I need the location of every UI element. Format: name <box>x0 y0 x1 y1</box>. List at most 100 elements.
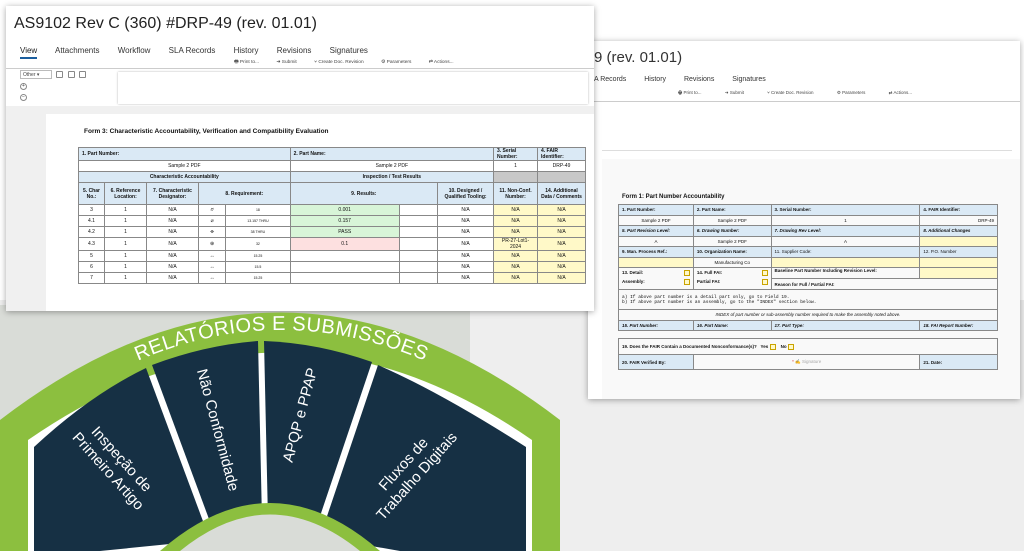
submit-button[interactable]: ➜ Submit <box>276 60 296 65</box>
comment-cell[interactable]: N/A <box>537 261 586 273</box>
back-label-org-name: 10. Organization Name: <box>692 246 772 258</box>
table-row: 6 1 N/A ↔ 15.5 N/A N/A N/A <box>78 261 586 273</box>
nonconf-cell[interactable]: N/A <box>493 226 538 238</box>
nonconf-cell[interactable]: N/A <box>493 204 538 216</box>
label-fair-identifier: 4. FAIR Identifier: <box>537 147 586 161</box>
designator-cell: N/A <box>146 204 199 216</box>
tooling-cell[interactable]: N/A <box>437 204 494 216</box>
result-cell[interactable]: 0.1 <box>289 237 400 251</box>
back-label-index-part-name: 16. Part Name: <box>692 319 772 331</box>
tooling-cell[interactable]: N/A <box>437 237 494 251</box>
back-label-additional-changes: 8. Additional Changes <box>919 225 998 237</box>
zoom-out-icon[interactable]: − <box>20 94 27 101</box>
designator-cell: N/A <box>146 237 199 251</box>
result-cell[interactable]: PASS <box>289 226 400 238</box>
arrow-right-icon: ➜ <box>276 60 281 65</box>
back-full-fai-checkbox[interactable] <box>761 270 768 276</box>
result-extra-cell <box>398 237 439 251</box>
tooling-cell[interactable]: N/A <box>437 261 494 273</box>
print-button[interactable]: 🖶 Print to... <box>234 60 259 65</box>
value-part-name[interactable]: Sample 2 PDF <box>289 160 495 172</box>
back-label-revision: 5. Part Revision Level: <box>618 225 694 237</box>
comment-cell[interactable]: N/A <box>537 204 586 216</box>
result-cell[interactable]: 0.157 <box>289 215 400 227</box>
col-requirement: 8. Requirement: <box>198 182 291 205</box>
actions-button[interactable]: ⇄ Actions... <box>429 60 454 65</box>
front-form-title: Form 3: Characteristic Accountability, V… <box>84 128 329 135</box>
value-fair-identifier[interactable]: DRP-49 <box>537 160 586 172</box>
back-value-part-name[interactable]: Sample 2 PDF <box>692 214 772 226</box>
back-signature-field[interactable]: * ✍ Signature <box>692 354 921 370</box>
result-extra-cell <box>398 204 439 216</box>
tab-workflow[interactable]: Workflow <box>118 46 151 55</box>
tab-history[interactable]: History <box>234 46 259 55</box>
result-cell[interactable]: 0.001 <box>289 204 400 216</box>
back-value-drawing-rev[interactable]: A <box>770 235 921 247</box>
tab-view[interactable]: View <box>20 46 38 59</box>
back-value-additional-changes[interactable] <box>919 235 998 247</box>
back-fai-cell: 14. Full FAI: Partial FAI: <box>692 267 772 290</box>
back-yes-checkbox[interactable] <box>769 343 776 350</box>
tooling-cell[interactable]: N/A <box>437 226 494 238</box>
result-cell[interactable] <box>289 250 400 262</box>
back-label-index-part-type: 17. Part Type: <box>770 319 921 331</box>
tab-attachments[interactable]: Attachments <box>55 46 99 55</box>
back-detail-checkbox[interactable] <box>683 270 690 276</box>
gdt-symbol: ⌀ <box>197 215 227 227</box>
nonconf-cell[interactable]: N/A <box>493 250 538 262</box>
back-value-revision[interactable]: A <box>618 235 694 247</box>
back-no-checkbox[interactable] <box>787 343 794 350</box>
requirement-cell: 38 THRU <box>225 226 291 238</box>
filter-select[interactable]: Other ▾ <box>20 70 52 79</box>
create-revision-button[interactable]: ⑂ Create Doc. Revision <box>314 60 364 65</box>
zoom-in-icon[interactable]: + <box>20 83 27 90</box>
back-value-fair[interactable]: DRP-49 <box>919 214 998 226</box>
back-label-supplier-code: 11. Supplier Code: <box>770 246 921 258</box>
char-no-cell: 3 <box>78 204 105 216</box>
col-designed-tooling: 10. Designed / Qualified Tooling: <box>437 182 494 205</box>
back-value-org-name[interactable]: Manufacturing Co <box>692 256 772 268</box>
comment-cell[interactable]: N/A <box>537 237 586 251</box>
back-value-process-ref[interactable] <box>618 256 694 268</box>
back-form-table: 1. Part Number: 2. Part Name: 3. Serial … <box>618 204 999 370</box>
value-part-number[interactable]: Sample 2 PDF <box>78 160 291 172</box>
table-row: 3 1 N/A ⌭ 18 0.001 N/A N/A N/A <box>78 204 586 216</box>
tooling-cell[interactable]: N/A <box>437 250 494 262</box>
section-characteristic-accountability: Characteristic Accountability <box>78 171 291 183</box>
back-partial-fai-checkbox[interactable] <box>761 279 768 285</box>
tab-signatures[interactable]: Signatures <box>330 46 368 55</box>
requirement-cell: 13.157 THRU <box>225 215 291 227</box>
tab-sla-records[interactable]: SLA Records <box>169 46 216 55</box>
back-label-index-part-number: 15. Part Number: <box>618 319 694 331</box>
tab-revisions[interactable]: Revisions <box>277 46 312 55</box>
nonconf-cell[interactable]: N/A <box>493 261 538 273</box>
back-assembly-checkbox[interactable] <box>683 279 690 285</box>
nonconf-cell[interactable]: N/A <box>493 215 538 227</box>
back-value-drawing-number[interactable]: Sample 2 PDF <box>692 235 772 247</box>
value-serial-number[interactable]: 1 <box>493 160 538 172</box>
parameters-button[interactable]: ⚙ Parameters <box>381 60 411 65</box>
nonconf-cell[interactable]: PR-27-Lot1-2024 <box>493 237 538 251</box>
back-value-part-number[interactable]: Sample 2 PDF <box>618 214 694 226</box>
back-label-serial: 3. Serial Number: <box>770 204 921 216</box>
back-value-supplier-code[interactable] <box>770 256 921 268</box>
reference-cell: 1 <box>104 250 147 262</box>
comment-cell[interactable]: N/A <box>537 215 586 227</box>
col-nonconf-number: 11. Non-Conf. Number: <box>493 182 538 205</box>
expand-icon[interactable] <box>56 71 64 79</box>
comment-cell[interactable]: N/A <box>537 226 586 238</box>
result-extra-cell <box>398 261 439 273</box>
front-window: AS9102 Rev C (360) #DRP-49 (rev. 01.01) … <box>6 6 594 311</box>
back-value-baseline[interactable] <box>919 267 998 279</box>
result-cell[interactable] <box>289 261 400 273</box>
requirement-cell: 15.5 <box>225 261 291 273</box>
back-value-serial[interactable]: 1 <box>770 214 921 226</box>
requirement-cell: 32 <box>225 237 291 251</box>
collapse-icon[interactable] <box>67 71 75 79</box>
comment-cell[interactable]: N/A <box>537 250 586 262</box>
settings-icon[interactable] <box>79 71 87 79</box>
result-extra-cell <box>398 226 439 238</box>
tooling-cell[interactable]: N/A <box>437 215 494 227</box>
back-label-process-ref: 9. Man. Process Ref.: <box>618 246 694 258</box>
back-value-po-number[interactable] <box>919 256 998 268</box>
